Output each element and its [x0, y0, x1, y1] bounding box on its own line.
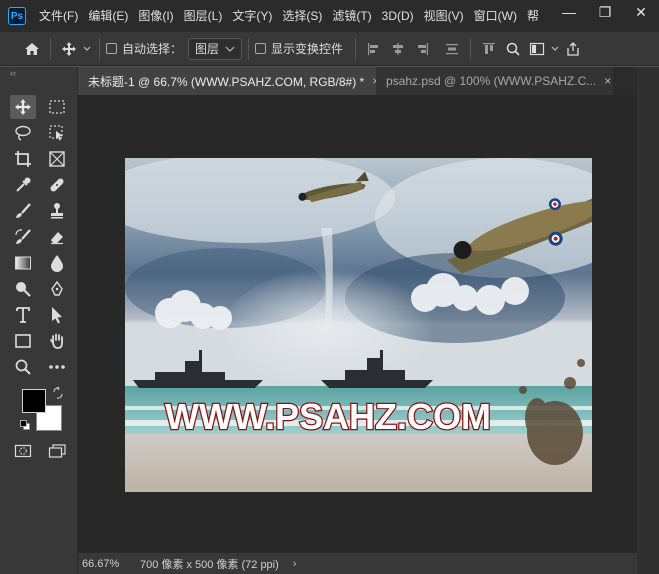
zoom-tool-icon[interactable]: [10, 355, 36, 379]
auto-select-dropdown[interactable]: 图层: [188, 37, 243, 60]
chevron-down-icon[interactable]: [81, 37, 93, 61]
rectangle-tool-icon[interactable]: [10, 329, 36, 353]
default-colors-icon[interactable]: [20, 419, 30, 430]
pen-tool-icon[interactable]: [44, 277, 70, 301]
status-bar: 66.67% 700 像素 x 500 像素 (72 ppi) ›: [78, 552, 637, 574]
status-menu-arrow[interactable]: ›: [293, 558, 297, 570]
align-top-icon[interactable]: [477, 37, 501, 61]
share-icon[interactable]: [561, 37, 585, 61]
divider: [50, 37, 51, 60]
canvas-workspace[interactable]: WWW.PSAHZ.COM: [78, 95, 637, 552]
menu-filter[interactable]: 滤镜(T): [327, 0, 376, 32]
screen-mode-icon[interactable]: [44, 439, 70, 463]
menu-help[interactable]: 帮: [522, 0, 544, 32]
menu-window[interactable]: 窗口(W): [469, 0, 522, 32]
composite-artwork: WWW.PSAHZ.COM: [125, 158, 592, 492]
eyedropper-tool-icon[interactable]: [10, 173, 36, 197]
divider: [470, 37, 472, 60]
menu-file[interactable]: 文件(F): [34, 0, 83, 32]
document-tabs: 未标题-1 @ 66.7% (WWW.PSAHZ.COM, RGB/8#) * …: [78, 67, 637, 95]
close-button[interactable]: ✕: [623, 0, 659, 24]
hand-tool-icon[interactable]: [44, 329, 70, 353]
path-selection-tool-icon[interactable]: [44, 303, 70, 327]
dropdown-value: 图层: [195, 42, 220, 56]
toolbar-collapse-button[interactable]: ‹‹: [0, 67, 77, 81]
align-right-icon[interactable]: [410, 37, 434, 61]
menu-image[interactable]: 图像(I): [133, 0, 178, 32]
brush-tool-icon[interactable]: [10, 199, 36, 223]
show-transform-label: 显示变换控件: [271, 42, 344, 56]
crop-tool-icon[interactable]: [10, 147, 36, 171]
lasso-tool-icon[interactable]: [10, 121, 36, 145]
menu-edit[interactable]: 编辑(E): [83, 0, 133, 32]
healing-brush-tool-icon[interactable]: [44, 173, 70, 197]
workspace-icon[interactable]: [525, 37, 549, 61]
photoshop-logo: Ps: [8, 7, 26, 25]
history-brush-tool-icon[interactable]: [10, 225, 36, 249]
auto-select-checkbox[interactable]: [106, 43, 117, 54]
menu-type[interactable]: 文字(Y): [227, 0, 277, 32]
tab-document-1[interactable]: 未标题-1 @ 66.7% (WWW.PSAHZ.COM, RGB/8#) * …: [78, 67, 376, 95]
move-tool-icon[interactable]: [10, 95, 36, 119]
quick-mask-icon[interactable]: [10, 439, 36, 463]
swap-colors-icon[interactable]: [52, 386, 64, 399]
chevron-down-icon[interactable]: [549, 37, 561, 61]
align-left-icon[interactable]: [362, 37, 386, 61]
document-canvas[interactable]: WWW.PSAHZ.COM: [125, 158, 592, 492]
blur-tool-icon[interactable]: [44, 251, 70, 275]
divider: [99, 37, 100, 60]
auto-select-label: 自动选择：: [122, 42, 183, 56]
distribute-vertical-icon[interactable]: [440, 37, 464, 61]
type-tool-icon[interactable]: [10, 303, 36, 327]
menu-select[interactable]: 选择(S): [277, 0, 327, 32]
watermark-text: WWW.PSAHZ.COM: [165, 396, 491, 437]
close-icon[interactable]: ×: [604, 74, 611, 88]
menu-view[interactable]: 视图(V): [419, 0, 469, 32]
move-tool-preset-icon[interactable]: [57, 37, 81, 61]
gradient-tool-icon[interactable]: [10, 251, 36, 275]
stamp-tool-icon[interactable]: [44, 199, 70, 223]
show-transform-checkbox[interactable]: [255, 43, 267, 54]
right-panel-strip: [637, 67, 659, 574]
search-icon[interactable]: [501, 37, 525, 61]
frame-tool-icon[interactable]: [44, 147, 70, 171]
tab-label: psahz.psd @ 100% (WWW.PSAHZ.C...: [386, 74, 597, 88]
document-info: 700 像素 x 500 像素 (72 ppi): [140, 558, 279, 571]
more-tools-icon[interactable]: [44, 355, 70, 379]
restore-button[interactable]: ❐: [587, 0, 623, 24]
marquee-tool-icon[interactable]: [44, 95, 70, 119]
divider: [248, 37, 250, 60]
zoom-level[interactable]: 66.67%: [78, 558, 134, 570]
tab-document-2[interactable]: psahz.psd @ 100% (WWW.PSAHZ.C... ×: [376, 67, 613, 95]
home-icon[interactable]: [20, 37, 44, 61]
tab-label: 未标题-1 @ 66.7% (WWW.PSAHZ.COM, RGB/8#) *: [88, 74, 365, 89]
align-center-icon[interactable]: [386, 37, 410, 61]
menu-bar: Ps 文件(F) 编辑(E) 图像(I) 图层(L) 文字(Y) 选择(S) 滤…: [0, 0, 659, 32]
window-controls: — ❐ ✕: [551, 0, 659, 32]
tools-panel: ‹‹: [0, 67, 78, 574]
options-bar: 自动选择： 图层 显示变换控件: [0, 32, 659, 66]
menu-layer[interactable]: 图层(L): [179, 0, 228, 32]
object-selection-tool-icon[interactable]: [44, 121, 70, 145]
dodge-tool-icon[interactable]: [10, 277, 36, 301]
divider: [355, 37, 357, 60]
eraser-tool-icon[interactable]: [44, 225, 70, 249]
chevron-down-icon: [225, 46, 235, 52]
minimize-button[interactable]: —: [551, 0, 587, 24]
foreground-color-swatch[interactable]: [22, 389, 46, 413]
menu-3d[interactable]: 3D(D): [377, 0, 419, 32]
